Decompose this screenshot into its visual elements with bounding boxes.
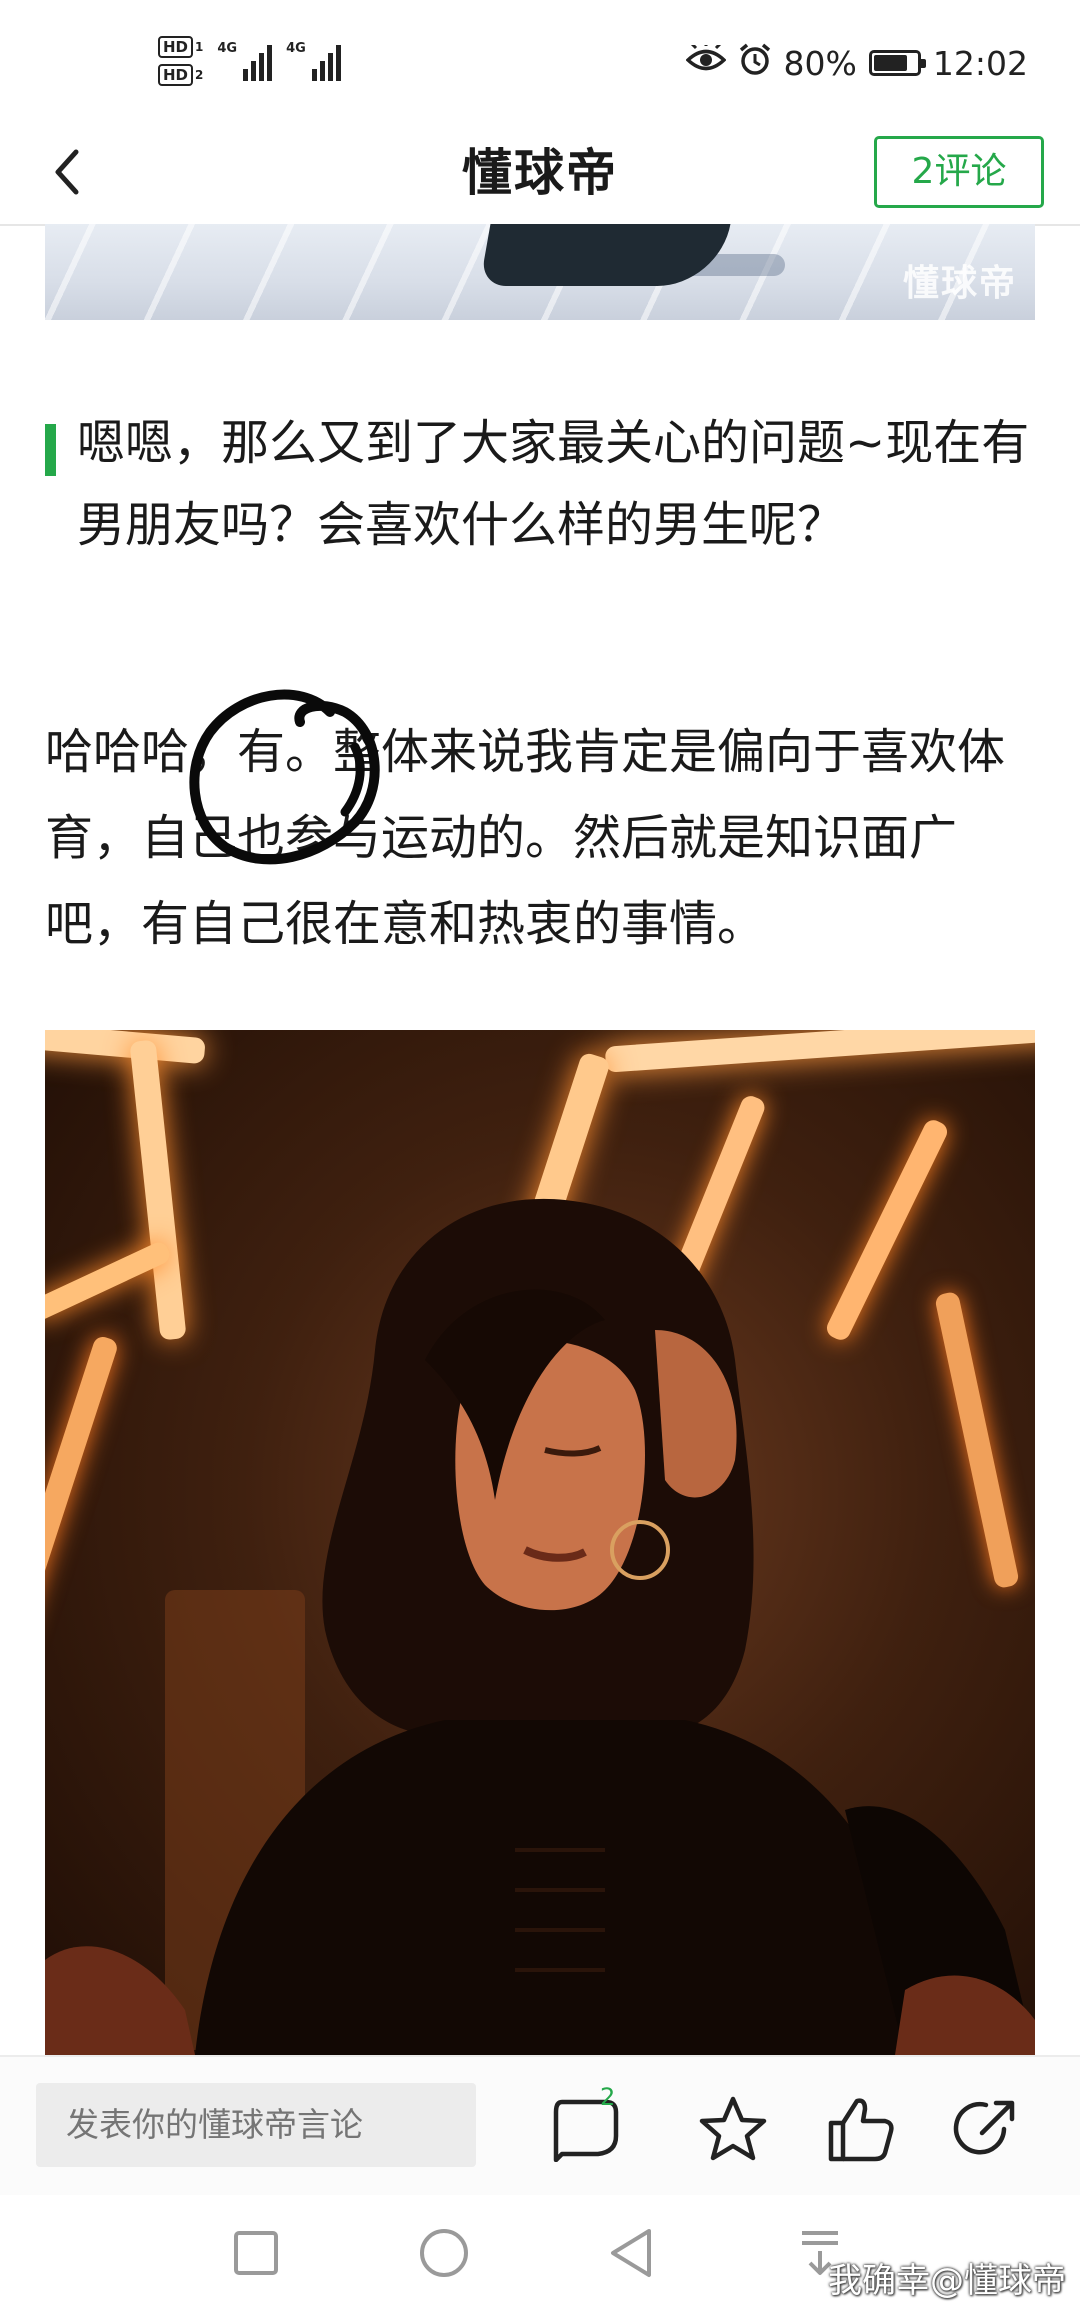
favorite-button[interactable] — [697, 2093, 769, 2165]
circle-icon — [420, 2229, 468, 2277]
network-type-2: 4G — [286, 41, 306, 56]
signal-strength-icon-2: 4G — [286, 41, 341, 81]
hd1-badge: HD — [158, 36, 194, 58]
hd2-badge: HD — [158, 64, 194, 86]
like-button[interactable] — [824, 2093, 896, 2165]
battery-icon — [868, 50, 926, 76]
question-text: 嗯嗯，那么又到了大家最关心的问题~现在有男朋友吗？会喜欢什么样的男生呢？ — [77, 415, 1030, 553]
comment-button[interactable]: 2 — [548, 2083, 620, 2165]
comments-button[interactable]: 2评论 — [874, 136, 1044, 208]
nav-back-button[interactable] — [602, 2223, 662, 2283]
status-right: 80% 12:02 — [684, 38, 1028, 88]
signal-indicators: HD 1 HD 2 4G 4G — [158, 30, 341, 92]
battery-fill — [873, 55, 908, 71]
network-type-1: 4G — [217, 41, 238, 56]
star-icon — [699, 2096, 767, 2161]
recents-button[interactable] — [226, 2223, 286, 2283]
comment-input[interactable] — [36, 2083, 476, 2167]
hd1-sub: 1 — [195, 40, 204, 54]
hd2-sub: 2 — [195, 68, 204, 82]
nav-bar: 懂球帝 2评论 — [0, 122, 1080, 226]
person-silhouette — [45, 1198, 1035, 2055]
interview-question: 嗯嗯，那么又到了大家最关心的问题~现在有男朋友吗？会喜欢什么样的男生呢？ — [45, 402, 1035, 566]
alarm-icon — [738, 42, 772, 84]
hd-indicators: HD 1 HD 2 — [158, 36, 203, 86]
bottom-action-bar: 2 — [0, 2055, 1080, 2197]
signal-strength-icon-1: 4G — [217, 41, 273, 81]
battery-percent: 80% — [783, 43, 857, 83]
image-watermark: 懂球帝 — [902, 263, 1017, 304]
article-photo — [45, 1030, 1035, 2055]
status-bar: HD 1 HD 2 4G 4G 80% 12:02 — [0, 0, 1080, 122]
square-icon — [234, 2231, 278, 2275]
image-credit-watermark: 我确幸@懂球帝 — [828, 2261, 1066, 2301]
share-button[interactable] — [950, 2093, 1022, 2165]
eye-icon — [684, 41, 727, 83]
comment-count-badge: 2 — [600, 2083, 616, 2111]
article-image-top: 懂球帝 — [45, 224, 1035, 320]
question-accent-bar — [45, 424, 56, 476]
interview-answer: 哈哈哈，有。整体来说我肯定是偏向于喜欢体育，自己也参与运动的。然后就是知识面广吧… — [45, 724, 1006, 952]
share-icon — [953, 2100, 1015, 2155]
clock: 12:02 — [932, 43, 1028, 83]
thumbs-up-icon — [828, 2098, 894, 2162]
system-navigation-bar: 我确幸@懂球帝 — [0, 2195, 1080, 2310]
triangle-back-icon — [611, 2229, 651, 2277]
home-button[interactable] — [414, 2223, 474, 2283]
